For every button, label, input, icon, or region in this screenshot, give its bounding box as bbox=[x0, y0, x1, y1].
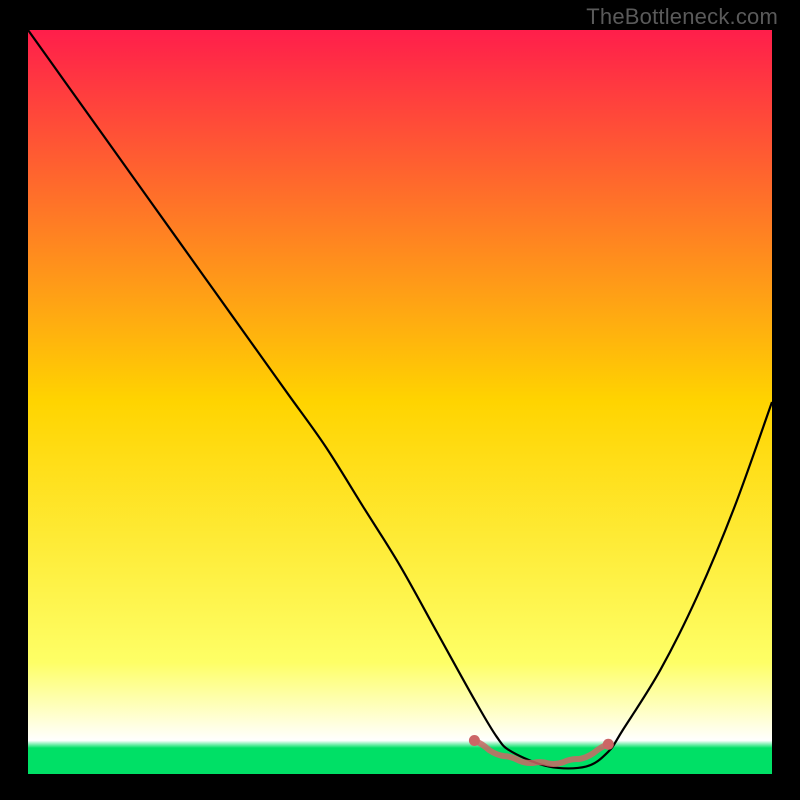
marker-dot bbox=[603, 739, 614, 750]
watermark-text: TheBottleneck.com bbox=[586, 4, 778, 30]
chart-frame: TheBottleneck.com bbox=[0, 0, 800, 800]
gradient-background bbox=[28, 30, 772, 774]
marker-dot bbox=[469, 735, 480, 746]
plot-area bbox=[28, 30, 772, 774]
plot-svg bbox=[28, 30, 772, 774]
